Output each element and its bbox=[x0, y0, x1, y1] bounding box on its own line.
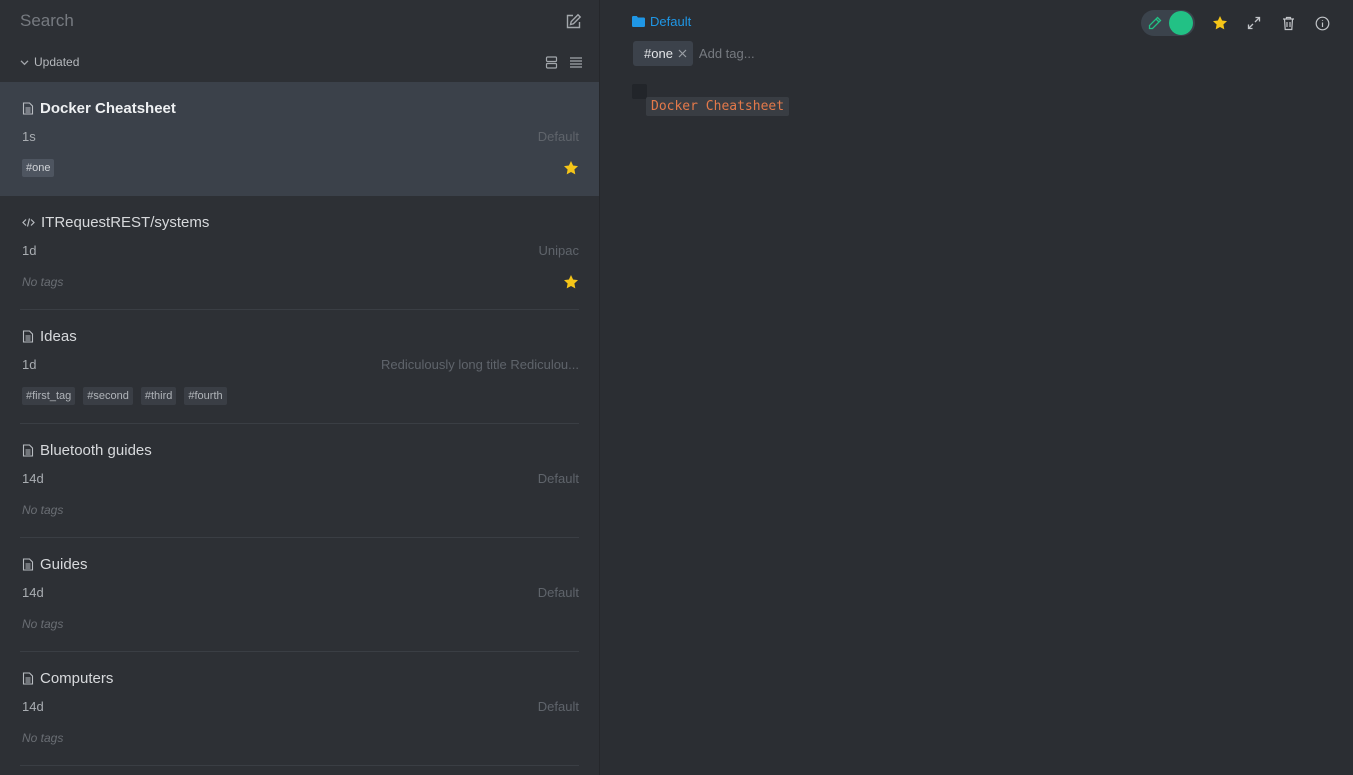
note-updated-time: 1d bbox=[22, 242, 37, 258]
toggle-knob bbox=[1169, 11, 1193, 35]
note-updated-time: 14d bbox=[22, 584, 44, 600]
no-tags-label: No tags bbox=[22, 617, 64, 631]
favorite-star[interactable] bbox=[563, 274, 579, 290]
note-folder: Default bbox=[537, 470, 579, 486]
favorite-star[interactable] bbox=[563, 160, 579, 176]
expanded-view-button[interactable] bbox=[545, 55, 558, 69]
list-item[interactable]: ITRequestREST/systems 1d Unipac No tags bbox=[0, 196, 599, 310]
note-icon bbox=[22, 444, 34, 457]
list-view-icon bbox=[570, 56, 582, 68]
compact-view-button[interactable] bbox=[569, 56, 583, 69]
new-note-button[interactable] bbox=[563, 11, 583, 31]
close-icon bbox=[678, 49, 687, 58]
note-updated-time: 14d bbox=[22, 698, 44, 714]
info-icon bbox=[1315, 16, 1329, 30]
no-tags-label: No tags bbox=[22, 731, 64, 745]
note-list: Docker Cheatsheet 1s Default #one ITRequ… bbox=[0, 82, 599, 766]
tag-chip: #first_tag bbox=[22, 387, 76, 405]
note-folder: Rediculously long title Rediculou... bbox=[381, 356, 579, 372]
note-title: Docker Cheatsheet bbox=[40, 100, 176, 117]
no-tags-label: No tags bbox=[22, 275, 64, 289]
search-input[interactable] bbox=[20, 11, 563, 31]
star-icon bbox=[1213, 16, 1227, 30]
code-icon bbox=[22, 218, 35, 227]
tag-chip: #second bbox=[83, 387, 133, 405]
tag-bar: #one bbox=[633, 41, 859, 66]
editor-toolbar bbox=[1141, 10, 1339, 36]
delete-button[interactable] bbox=[1271, 10, 1305, 36]
list-item[interactable]: Ideas 1d Rediculously long title Redicul… bbox=[0, 310, 599, 424]
card-view-icon bbox=[545, 55, 558, 69]
sort-bar: Updated bbox=[0, 42, 599, 82]
compose-icon bbox=[566, 13, 581, 28]
note-updated-time: 1d bbox=[22, 356, 37, 372]
note-title: Computers bbox=[40, 670, 114, 687]
tag-chip: #third bbox=[140, 387, 177, 405]
note-tags: #first_tag #second #third #fourth bbox=[22, 387, 227, 405]
note-folder: Default bbox=[537, 128, 579, 144]
sort-label: Updated bbox=[34, 55, 80, 69]
expand-icon bbox=[1247, 16, 1261, 30]
star-icon bbox=[564, 161, 578, 175]
remove-tag-button[interactable] bbox=[678, 49, 687, 58]
app-window: Updated Docker Ch bbox=[0, 0, 1353, 775]
note-title: ITRequestREST/systems bbox=[41, 214, 210, 231]
note-icon bbox=[22, 558, 34, 571]
sort-dropdown[interactable]: Updated bbox=[20, 55, 79, 69]
note-icon bbox=[22, 330, 34, 343]
star-icon bbox=[564, 275, 578, 289]
no-tags-label: No tags bbox=[22, 503, 64, 517]
inline-code: Docker Cheatsheet bbox=[646, 97, 790, 116]
folder-icon bbox=[632, 16, 645, 27]
list-item[interactable]: Guides 14d Default No tags bbox=[0, 538, 599, 652]
list-item[interactable]: Bluetooth guides 14d Default No tags bbox=[0, 424, 599, 538]
tag-chip: #one bbox=[22, 159, 55, 177]
list-item[interactable]: Computers 14d Default No tags bbox=[0, 652, 599, 766]
note-updated-time: 1s bbox=[22, 128, 36, 144]
chevron-down-icon bbox=[20, 59, 29, 65]
pencil-icon bbox=[1148, 16, 1162, 30]
trash-icon bbox=[1282, 16, 1294, 30]
view-mode-group bbox=[545, 55, 583, 69]
note-title: Bluetooth guides bbox=[40, 442, 152, 459]
add-tag-input[interactable] bbox=[698, 46, 859, 61]
edit-preview-toggle[interactable] bbox=[1141, 10, 1195, 36]
note-icon bbox=[22, 672, 34, 685]
list-item[interactable]: Docker Cheatsheet 1s Default #one bbox=[0, 82, 599, 196]
note-updated-time: 14d bbox=[22, 470, 44, 486]
note-title: Ideas bbox=[40, 328, 77, 345]
note-folder: Unipac bbox=[538, 242, 579, 258]
favorite-button[interactable] bbox=[1203, 10, 1237, 36]
note-folder: Default bbox=[537, 698, 579, 714]
note-tags: #one bbox=[22, 159, 55, 177]
note-info-button[interactable] bbox=[1305, 10, 1339, 36]
tag-pill: #one bbox=[633, 41, 693, 66]
note-title: Guides bbox=[40, 556, 88, 573]
note-editor: Default #one Add tag... Docker Cheatshee… bbox=[600, 0, 1353, 775]
note-list-sidebar: Updated Docker Ch bbox=[0, 0, 600, 775]
tag-chip: #fourth bbox=[184, 387, 227, 405]
fullscreen-button[interactable] bbox=[1237, 10, 1271, 36]
note-folder: Default bbox=[537, 584, 579, 600]
editor-gutter-marker bbox=[632, 84, 647, 99]
folder-name: Default bbox=[650, 14, 692, 29]
note-folder-link[interactable]: Default bbox=[632, 14, 691, 29]
tag-pill-label: #one bbox=[644, 46, 673, 61]
note-icon bbox=[22, 102, 34, 115]
search-bar bbox=[0, 0, 599, 42]
